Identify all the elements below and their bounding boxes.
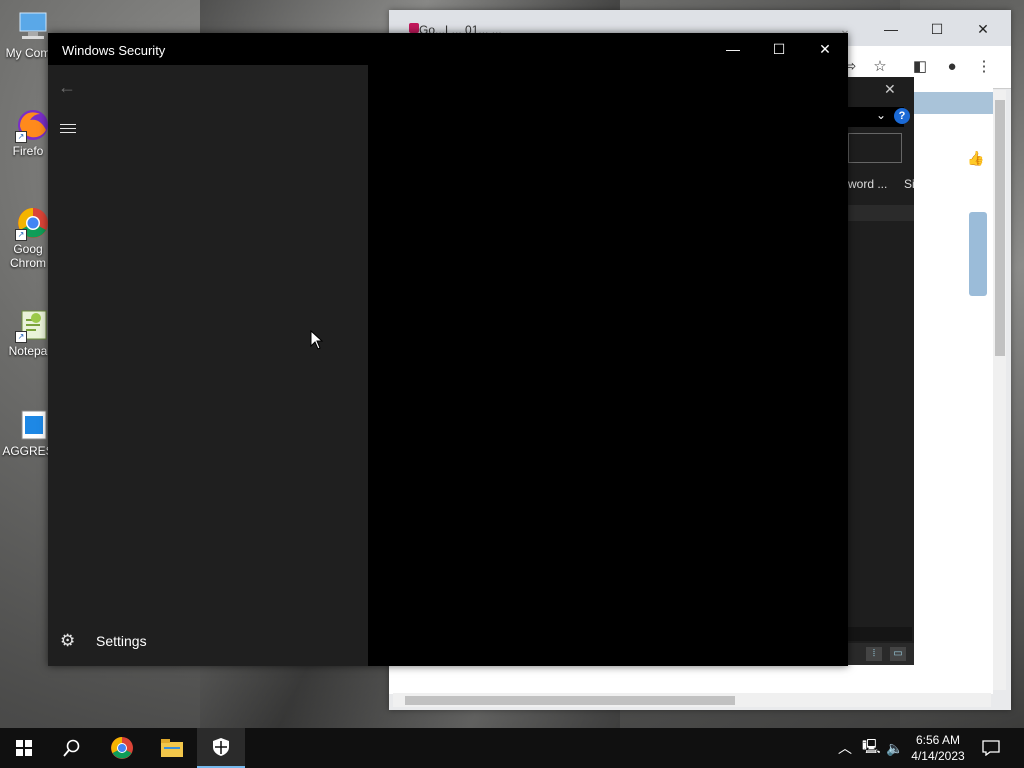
clock-date: 4/14/2023 — [911, 749, 965, 763]
chevron-up-icon: ︿ — [838, 740, 852, 756]
back-arrow-icon[interactable]: ← — [58, 77, 78, 97]
settings-label: Settings — [96, 633, 147, 649]
taskbar-windows-security[interactable] — [197, 728, 245, 768]
settings-nav-item[interactable]: ⚙ Settings — [60, 629, 147, 653]
file-explorer-icon — [161, 739, 183, 757]
taskbar: ︿ 🖳 🔈 6:56 AM 4/14/2023 — [0, 728, 1024, 768]
chrome-icon — [111, 737, 133, 759]
mouse-pointer-icon — [310, 330, 324, 350]
shortcut-arrow-icon: ↗ — [15, 131, 27, 143]
side-panel-icon[interactable]: ◧ — [909, 56, 931, 78]
start-button[interactable] — [0, 728, 48, 768]
help-icon[interactable]: ? — [894, 108, 910, 124]
volume-control[interactable]: 🔈 — [886, 728, 903, 768]
browser-close-button[interactable]: ✕ — [963, 16, 1003, 42]
profile-icon[interactable]: ● — [941, 56, 963, 78]
page-side-widget[interactable] — [969, 212, 987, 296]
panel-input[interactable] — [848, 133, 902, 163]
page-header-band — [909, 92, 993, 114]
notification-icon — [982, 740, 1000, 756]
panel-bottom-icon-2[interactable]: ▭ — [890, 647, 906, 661]
menu-kebab-icon[interactable]: ⋮ — [973, 56, 995, 78]
network-status[interactable]: 🖳 — [862, 728, 881, 768]
maximize-button[interactable]: ☐ — [756, 33, 802, 65]
window-title: Windows Security — [62, 43, 166, 58]
close-button[interactable]: ✕ — [802, 33, 848, 65]
windows-security-window[interactable]: Windows Security — ☐ ✕ ← ⚙ Settings — [48, 33, 848, 666]
browser-horizontal-scrollbar[interactable] — [393, 693, 991, 707]
search-button[interactable] — [48, 728, 96, 768]
windows-security-titlebar[interactable]: Windows Security — ☐ ✕ — [48, 33, 848, 65]
search-icon — [63, 739, 80, 757]
windows-security-icon — [213, 738, 229, 756]
notepad-icon: ↗ — [15, 308, 50, 343]
gear-icon: ⚙ — [60, 631, 76, 650]
action-center-button[interactable] — [982, 728, 1000, 768]
taskbar-file-explorer[interactable] — [148, 728, 196, 768]
panel-bottom-icon[interactable]: ⦙ — [866, 647, 882, 661]
browser-minimize-button[interactable]: — — [871, 16, 911, 42]
tab-favicon-icon — [409, 23, 419, 33]
show-hidden-icons-button[interactable]: ︿ — [838, 728, 852, 768]
scrollbar-thumb[interactable] — [995, 100, 1005, 356]
clock-time: 6:56 AM — [915, 733, 961, 747]
scrollbar-thumb[interactable] — [405, 696, 735, 705]
content-pane — [368, 65, 848, 666]
computer-icon — [16, 10, 50, 44]
minimize-button[interactable]: — — [710, 33, 756, 65]
chrome-icon: ↗ — [15, 206, 50, 241]
bookmark-star-icon[interactable]: ☆ — [869, 56, 891, 78]
hamburger-menu-icon[interactable] — [60, 121, 76, 135]
panel-close-icon[interactable]: ✕ — [884, 81, 896, 98]
shortcut-arrow-icon: ↗ — [15, 229, 27, 241]
document-icon — [16, 408, 50, 442]
network-icon: 🖳 — [862, 738, 881, 754]
shortcut-arrow-icon: ↗ — [15, 331, 27, 343]
taskbar-clock[interactable]: 6:56 AM 4/14/2023 — [906, 732, 970, 764]
panel-column-label-2: Si — [904, 177, 915, 191]
speaker-icon: 🔈 — [886, 739, 904, 756]
panel-row[interactable] — [848, 205, 914, 221]
windows-logo-icon — [16, 740, 32, 756]
firefox-icon: ↗ — [15, 108, 50, 143]
taskbar-chrome[interactable] — [98, 728, 146, 768]
thumbs-up-icon[interactable]: 👍 — [967, 150, 984, 167]
panel-scrollbar[interactable] — [848, 627, 912, 641]
dark-app-panel: ✕ ⌄ ? word ... Si ⦙ ▭ — [838, 77, 915, 665]
chevron-down-icon: ⌄ — [876, 108, 887, 122]
panel-column-label: word ... — [848, 177, 888, 191]
browser-maximize-button[interactable]: ☐ — [917, 16, 957, 42]
browser-vertical-scrollbar[interactable] — [993, 90, 1006, 690]
navigation-pane: ← ⚙ Settings — [48, 65, 368, 666]
